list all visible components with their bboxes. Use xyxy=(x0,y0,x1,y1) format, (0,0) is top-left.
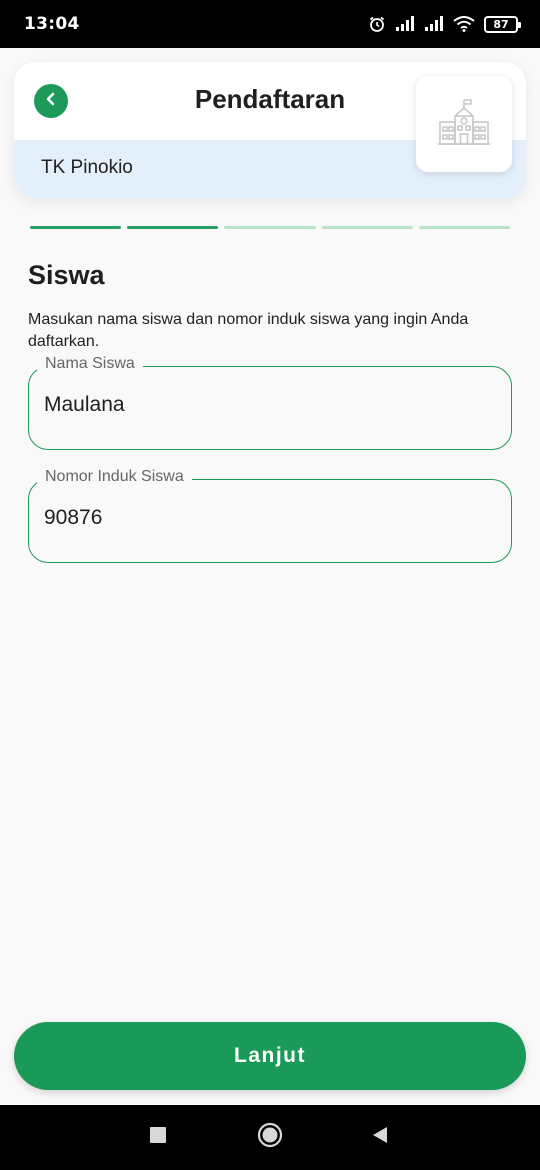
recents-button[interactable] xyxy=(128,1105,188,1170)
alarm-icon xyxy=(368,15,386,33)
student-number-label: Nomor Induk Siswa xyxy=(37,468,192,486)
navigation-bar xyxy=(0,1105,540,1170)
progress-step xyxy=(224,226,316,229)
progress-step xyxy=(30,226,122,229)
home-icon xyxy=(257,1122,283,1153)
student-name-input[interactable] xyxy=(44,393,484,417)
school-name: TK Pinokio xyxy=(41,157,133,178)
home-button[interactable] xyxy=(240,1105,300,1170)
status-icons: 87 xyxy=(368,15,521,33)
signal-icon xyxy=(395,16,415,32)
status-time: 13:04 xyxy=(24,14,80,34)
student-name-label: Nama Siswa xyxy=(37,355,143,373)
battery-level: 87 xyxy=(493,17,509,31)
recents-icon xyxy=(149,1126,167,1149)
student-name-field[interactable]: Nama Siswa xyxy=(28,355,512,450)
signal-icon xyxy=(424,16,444,32)
progress-step xyxy=(127,226,219,229)
student-number-field[interactable]: Nomor Induk Siswa xyxy=(28,468,512,563)
status-bar: 13:04 87 xyxy=(0,0,540,48)
school-building-icon xyxy=(437,98,491,151)
header-card: Pendaftaran TK Pinokio xyxy=(14,62,526,198)
wifi-icon xyxy=(453,16,475,32)
progress-steps xyxy=(30,226,511,230)
student-number-input[interactable] xyxy=(44,506,484,530)
nav-back-button[interactable] xyxy=(350,1105,410,1170)
progress-step xyxy=(321,226,413,229)
battery-icon: 87 xyxy=(484,15,521,33)
school-logo xyxy=(416,76,512,172)
section-description: Masukan nama siswa dan nomor induk siswa… xyxy=(28,311,469,350)
continue-button[interactable]: Lanjut xyxy=(14,1022,526,1090)
back-icon xyxy=(371,1126,389,1149)
progress-step xyxy=(418,226,511,229)
section-title: Siswa xyxy=(28,260,105,290)
